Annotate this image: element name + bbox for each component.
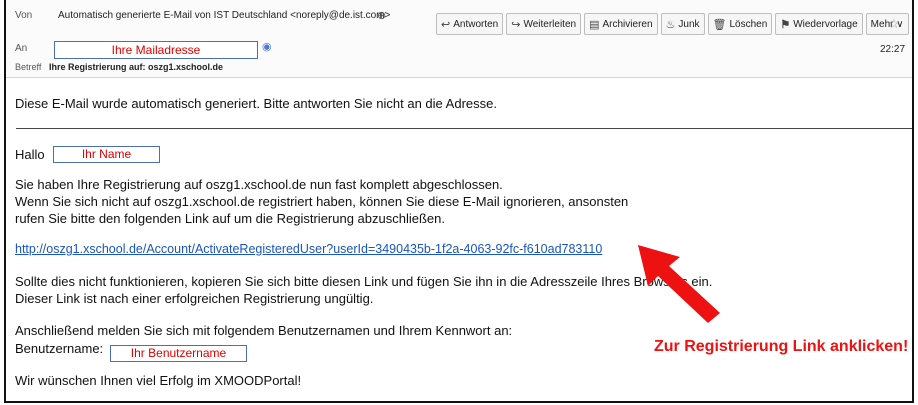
to-address-box: Ihre Mailadresse [54, 41, 258, 59]
forward-icon: ↪ [511, 18, 521, 31]
instruction-annotation: Zur Registrierung Link anklicken! [654, 338, 909, 355]
from-label: Von [15, 10, 33, 21]
contact-icon[interactable]: ⊕ [377, 9, 386, 22]
tag-button[interactable]: ⚑ Wiedervorlage [775, 13, 863, 35]
reply-button[interactable]: ↩ Antworten [436, 13, 504, 35]
flag-icon: ⚑ [780, 18, 791, 31]
archive-button[interactable]: ▤ Archivieren [584, 13, 658, 35]
username-label: Benutzername: [15, 341, 104, 356]
red-arrow-icon [638, 245, 720, 323]
archive-icon: ▤ [589, 18, 600, 31]
closing-line: Wir wünschen Ihnen viel Erfolg im XMOODP… [15, 373, 302, 388]
greeting: Hallo [15, 147, 45, 162]
star-icon[interactable]: ☆ [888, 16, 900, 32]
subject-label: Betreff [15, 62, 42, 72]
reply-icon: ↩ [441, 18, 451, 31]
auto-notice: Diese E-Mail wurde automatisch generiert… [15, 96, 497, 111]
from-value[interactable]: Automatisch generierte E-Mail von IST De… [58, 10, 390, 21]
forward-button[interactable]: ↪ Weiterleiten [506, 13, 582, 35]
to-label: An [15, 43, 28, 54]
message-toolbar: ↩ Antworten ↪ Weiterleiten ▤ Archivieren ♨ J… [436, 13, 909, 35]
username-box: Ihr Benutzername [110, 345, 247, 362]
delete-button[interactable]: 🗑 Löschen [707, 13, 773, 35]
body-line-5: Dieser Link ist nach einer erfolgreichen… [15, 291, 374, 306]
trash-icon: 🗑 [712, 18, 727, 31]
contact-icon[interactable]: ◉ [262, 40, 272, 53]
body-line-3: rufen Sie bitte den folgenden Link auf u… [15, 211, 445, 226]
body-line-1: Sie haben Ihre Registrierung auf oszg1.x… [15, 177, 503, 192]
junk-button[interactable]: ♨ Junk [660, 13, 705, 35]
junk-icon: ♨ [665, 18, 676, 31]
body-line-6: Anschließend melden Sie sich mit folgend… [15, 323, 513, 338]
body-line-4: Sollte dies nicht funktionieren, kopiere… [15, 274, 713, 289]
subject-value: Ihre Registrierung auf: oszg1.xschool.de [49, 62, 224, 72]
email-header: Von Automatisch generierte E-Mail von IS… [6, 0, 912, 78]
name-box: Ihr Name [53, 146, 160, 163]
activation-link[interactable]: http://oszg1.xschool.de/Account/Activate… [15, 242, 602, 256]
email-window: Von Automatisch generierte E-Mail von IS… [4, 0, 914, 403]
divider [16, 128, 912, 129]
body-line-2: Wenn Sie sich nicht auf oszg1.xschool.de… [15, 194, 629, 209]
message-time: 22:27 [880, 44, 906, 55]
